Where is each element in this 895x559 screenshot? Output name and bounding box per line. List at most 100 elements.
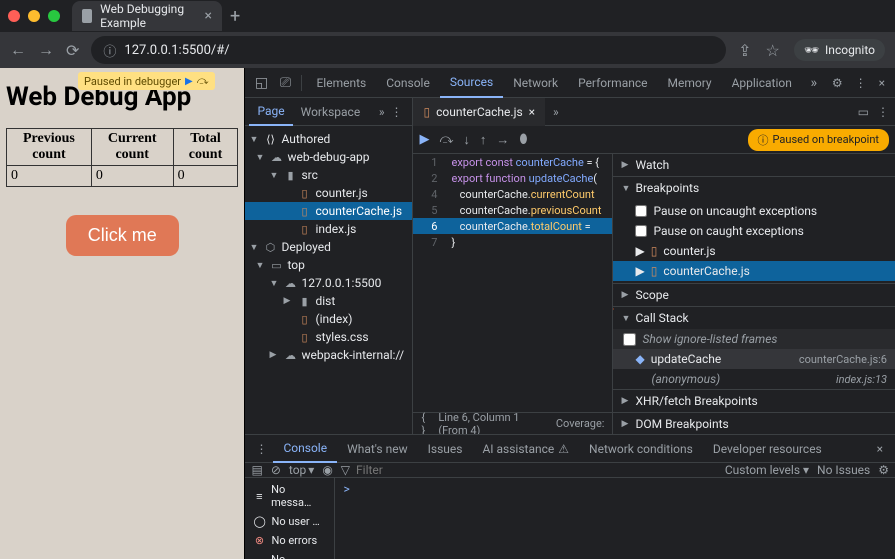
tree-dist[interactable]: ▶▮dist xyxy=(245,292,412,310)
filter-input[interactable]: ▽ xyxy=(341,463,717,477)
editor-tab-file[interactable]: ▯ counterCache.js × xyxy=(413,98,545,126)
more-tabs-icon[interactable]: » xyxy=(802,75,826,91)
dom-bp-section[interactable]: ▶DOM Breakpoints xyxy=(613,413,895,434)
sidebar-messages[interactable]: ≡No messa… xyxy=(245,480,334,512)
context-selector[interactable]: top▾ xyxy=(289,463,314,477)
frame-updatecache[interactable]: ◆updateCachecounterCache.js:6 xyxy=(613,349,895,369)
reload-button[interactable]: ⟳ xyxy=(66,41,79,60)
drawer-tab-netcond[interactable]: Network conditions xyxy=(579,435,703,463)
tree-src[interactable]: ▼▮src xyxy=(245,166,412,184)
click-me-button[interactable]: Click me xyxy=(66,215,179,256)
override-icon[interactable]: ▭ xyxy=(858,105,869,119)
watch-section[interactable]: ▶Watch xyxy=(613,154,895,177)
drawer-tab-whatsnew[interactable]: What's new xyxy=(337,435,418,463)
pause-caught-checkbox[interactable]: Pause on caught exceptions xyxy=(613,221,895,241)
editor-menu-icon[interactable]: ⋮ xyxy=(877,105,889,119)
bp-countercache-js[interactable]: ▶▯counterCache.js xyxy=(613,261,895,281)
tab-network[interactable]: Network xyxy=(503,68,568,98)
tree-countercache-js[interactable]: ▯counterCache.js xyxy=(245,202,412,220)
drawer-tab-devres[interactable]: Developer resources xyxy=(703,435,832,463)
tree-webpack[interactable]: ▶☁webpack-internal:// xyxy=(245,346,412,364)
scope-section[interactable]: ▶Scope xyxy=(613,284,895,307)
new-tab-button[interactable]: + xyxy=(230,6,240,27)
breakpoints-header[interactable]: ▼Breakpoints xyxy=(613,177,895,199)
drawer-tabs: ⋮ Console What's new Issues AI assistanc… xyxy=(245,435,895,463)
tree-deployed[interactable]: ▼⬡Deployed xyxy=(245,238,412,256)
tree-index-page[interactable]: ▯(index) xyxy=(245,310,412,328)
main-area: Paused in debugger ▶ ⤼ Web Debug App Pre… xyxy=(0,68,895,559)
minimize-window-icon[interactable] xyxy=(28,10,40,22)
tree-styles-css[interactable]: ▯styles.css xyxy=(245,328,412,346)
log-levels-selector[interactable]: Custom levels ▾ xyxy=(725,463,809,477)
back-button[interactable]: ← xyxy=(10,40,26,60)
step-over-button[interactable]: ⤼ xyxy=(439,132,453,147)
close-window-icon[interactable] xyxy=(8,10,20,22)
format-icon[interactable]: { } xyxy=(421,411,430,435)
tree-host[interactable]: ▼☁127.0.0.1:5500 xyxy=(245,274,412,292)
more-menu-icon[interactable]: ⋮ xyxy=(849,76,873,90)
close-file-icon[interactable]: × xyxy=(529,105,535,119)
live-expression-icon[interactable]: ◉ xyxy=(322,463,332,477)
tree-counter-js[interactable]: ▯counter.js xyxy=(245,184,412,202)
resume-icon[interactable]: ▶ xyxy=(185,76,193,87)
editor-more-icon[interactable]: » xyxy=(545,105,567,119)
browser-tab[interactable]: Web Debugging Example × xyxy=(72,1,222,31)
drawer-tab-console[interactable]: Console xyxy=(273,435,337,463)
step-icon[interactable]: ⤼ xyxy=(197,74,209,88)
clear-console-icon[interactable]: ⊘ xyxy=(271,463,281,477)
tab-performance[interactable]: Performance xyxy=(568,68,657,98)
maximize-window-icon[interactable] xyxy=(48,10,60,22)
tree-top[interactable]: ▼▭top xyxy=(245,256,412,274)
close-tab-icon[interactable]: × xyxy=(205,8,212,24)
console-output[interactable]: > xyxy=(335,478,895,559)
sidebar-user[interactable]: ◯No user … xyxy=(245,512,334,531)
sidebar-toggle-icon[interactable]: ▤ xyxy=(251,463,262,477)
forward-button[interactable]: → xyxy=(38,40,54,60)
tree-index-js[interactable]: ▯index.js xyxy=(245,220,412,238)
site-info-icon[interactable]: ⓘ xyxy=(103,41,116,60)
show-ignore-listed[interactable]: Show ignore-listed frames xyxy=(613,329,895,349)
tab-application[interactable]: Application xyxy=(722,68,802,98)
console-sidebar: ≡No messa… ◯No user … ⊗No errors △No war… xyxy=(245,478,335,559)
device-toggle-icon[interactable]: ⎚ xyxy=(273,75,297,91)
sidebar-warnings[interactable]: △No warnin… xyxy=(245,550,334,559)
frame-anonymous[interactable]: (anonymous)index.js:13 xyxy=(613,369,895,389)
filter-field[interactable] xyxy=(356,463,456,477)
code-editor[interactable]: 1export const counterCache = { 2export f… xyxy=(413,154,613,434)
drawer-tab-issues[interactable]: Issues xyxy=(418,435,473,463)
tab-sources[interactable]: Sources xyxy=(440,68,503,98)
step-into-button[interactable]: ↓ xyxy=(463,132,470,148)
inspect-icon[interactable]: ◱ xyxy=(249,75,273,91)
address-bar[interactable]: ⓘ 127.0.0.1:5500/#/ xyxy=(91,36,726,64)
close-devtools-icon[interactable]: × xyxy=(873,76,891,90)
settings-icon[interactable]: ⚙ xyxy=(826,76,849,90)
drawer-menu-icon[interactable]: ⋮ xyxy=(249,442,273,456)
console-settings-icon[interactable]: ⚙ xyxy=(878,463,889,477)
resume-button[interactable]: ▶ xyxy=(419,132,429,147)
tab-memory[interactable]: Memory xyxy=(658,68,722,98)
td-current: 0 xyxy=(91,166,173,187)
td-previous: 0 xyxy=(7,166,92,187)
pause-uncaught-checkbox[interactable]: Pause on uncaught exceptions xyxy=(613,201,895,221)
step-out-button[interactable]: ↑ xyxy=(480,132,487,148)
nav-more-icon[interactable]: » ⋮ xyxy=(373,105,409,119)
xhr-section[interactable]: ▶XHR/fetch Breakpoints xyxy=(613,390,895,413)
deactivate-bp-button[interactable]: ⬮ xyxy=(519,132,527,147)
incognito-badge[interactable]: 🕶 Incognito xyxy=(794,39,885,61)
file-navigator: Page Workspace » ⋮ ▼⟨⟩Authored ▼☁web-deb… xyxy=(245,98,413,434)
nav-tab-page[interactable]: Page xyxy=(249,98,292,126)
bookmark-icon[interactable]: ☆ xyxy=(765,41,779,60)
share-icon[interactable]: ⇪ xyxy=(738,41,751,60)
tree-authored[interactable]: ▼⟨⟩Authored xyxy=(245,130,412,148)
tab-elements[interactable]: Elements xyxy=(306,68,376,98)
close-drawer-icon[interactable]: × xyxy=(869,442,891,456)
bp-counter-js[interactable]: ▶▯counter.js xyxy=(613,241,895,261)
drawer-tab-ai[interactable]: AI assistance⚠ xyxy=(472,435,579,463)
step-button[interactable]: → xyxy=(496,132,509,148)
nav-tab-workspace[interactable]: Workspace xyxy=(293,98,369,126)
callstack-header[interactable]: ▼Call Stack xyxy=(613,307,895,329)
count-table: Previous count Current count Total count… xyxy=(6,128,238,187)
sidebar-errors[interactable]: ⊗No errors xyxy=(245,531,334,550)
tree-app[interactable]: ▼☁web-debug-app xyxy=(245,148,412,166)
tab-console[interactable]: Console xyxy=(376,68,440,98)
